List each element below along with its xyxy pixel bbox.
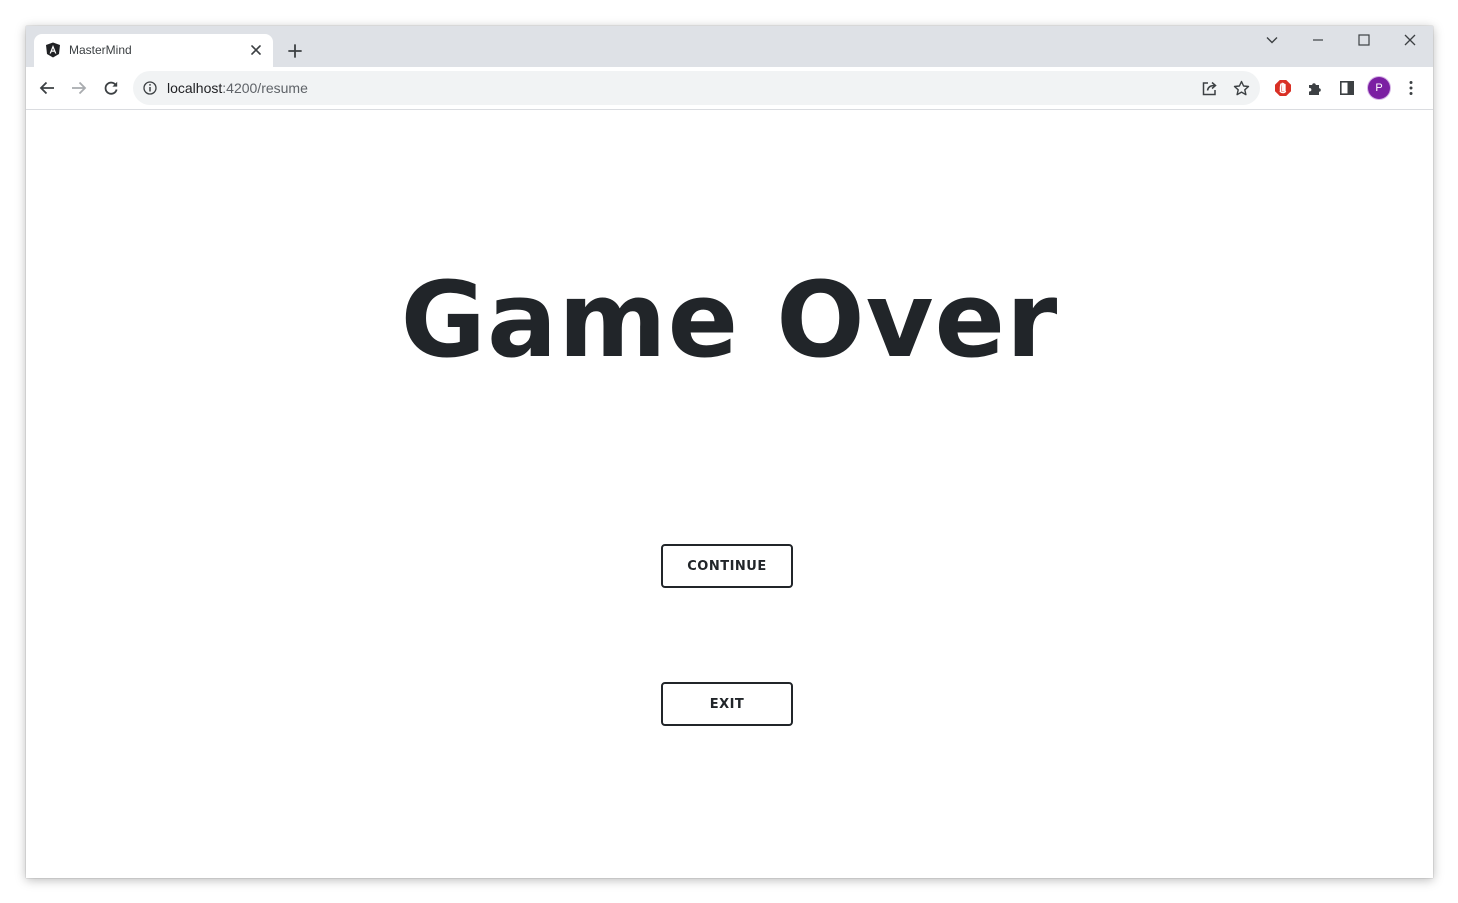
arrow-left-icon xyxy=(39,81,54,95)
game-over-heading: Game Over xyxy=(400,259,1059,381)
forward-button[interactable] xyxy=(67,76,91,100)
url-path: :4200/resume xyxy=(222,80,308,96)
new-tab-button[interactable] xyxy=(284,40,306,62)
browser-toolbar: localhost:4200/resume P xyxy=(26,67,1433,110)
angular-icon xyxy=(45,42,61,58)
menu-button[interactable] xyxy=(1399,76,1423,100)
close-icon xyxy=(1404,34,1416,46)
back-button[interactable] xyxy=(35,76,59,100)
minimize-icon xyxy=(1313,39,1323,41)
bookmark-button[interactable] xyxy=(1232,79,1250,97)
info-icon[interactable] xyxy=(143,81,157,95)
url-text: localhost:4200/resume xyxy=(167,80,308,96)
extensions-button[interactable] xyxy=(1303,76,1327,100)
chevron-down-icon xyxy=(1266,37,1278,44)
side-panel-icon xyxy=(1339,80,1354,95)
maximize-icon xyxy=(1358,34,1370,46)
minimize-button[interactable] xyxy=(1306,30,1330,50)
share-button[interactable] xyxy=(1200,79,1218,97)
maximize-button[interactable] xyxy=(1352,30,1376,50)
side-panel-button[interactable] xyxy=(1335,76,1359,100)
adblock-extension-button[interactable] xyxy=(1271,76,1295,100)
continue-button[interactable]: CONTINUE xyxy=(661,544,793,588)
tab-mastermind[interactable]: MasterMind xyxy=(34,34,273,67)
close-tab-icon[interactable] xyxy=(248,42,264,58)
arrow-right-icon xyxy=(72,81,87,95)
profile-avatar[interactable]: P xyxy=(1368,77,1390,99)
page-content: Game Over CONTINUE EXIT xyxy=(26,110,1433,878)
reload-button[interactable] xyxy=(99,76,123,100)
url-host: localhost xyxy=(167,80,223,96)
tab-strip: MasterMind xyxy=(26,26,1433,67)
tab-search-button[interactable] xyxy=(1260,30,1284,50)
reload-icon xyxy=(104,81,118,95)
tab-title: MasterMind xyxy=(69,43,132,57)
address-bar[interactable]: localhost:4200/resume xyxy=(133,71,1260,105)
puzzle-icon xyxy=(1309,83,1321,95)
browser-window: MasterMind localhost:4200/resume P Game … xyxy=(26,26,1433,878)
plus-icon xyxy=(288,44,302,58)
exit-button[interactable]: EXIT xyxy=(661,682,793,726)
adblock-icon xyxy=(1275,80,1291,96)
kebab-menu-icon xyxy=(1409,81,1413,95)
share-icon xyxy=(1202,81,1217,95)
star-icon xyxy=(1233,80,1249,95)
close-window-button[interactable] xyxy=(1398,30,1422,50)
